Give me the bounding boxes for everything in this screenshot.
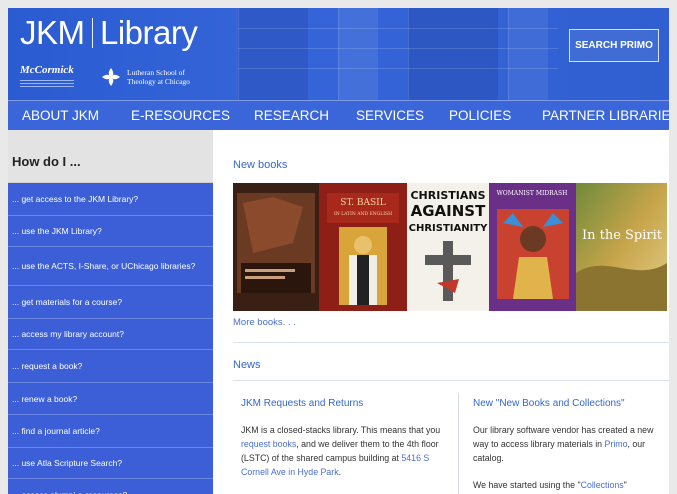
- title-separator: [91, 18, 93, 48]
- sidebar-item-course-materials[interactable]: ... get materials for a course?: [8, 286, 213, 319]
- site-title-library: Library: [100, 14, 198, 51]
- new-books-collections-body: Our library software vendor has created …: [473, 425, 654, 463]
- more-books-link[interactable]: More books. . .: [233, 317, 296, 328]
- svg-text:WOMANIST MIDRASH: WOMANIST MIDRASH: [497, 190, 568, 197]
- sidebar-item-atla-search[interactable]: ... use Atla Scripture Search?: [8, 448, 213, 479]
- sidebar-item-request-book[interactable]: ... request a book?: [8, 350, 213, 383]
- book-cover-4-image: WOMANIST MIDRASH: [489, 183, 576, 311]
- sidebar-item-use-acts[interactable]: ... use the ACTS, I-Share, or UChicago l…: [8, 247, 213, 286]
- how-do-i-sidebar: How do I ... ... get access to the JKM L…: [8, 130, 213, 494]
- search-primo-button[interactable]: SEARCH PRIMO: [569, 29, 659, 62]
- nav-e-resources[interactable]: E-RESOURCES: [131, 101, 230, 130]
- main-content: New books ST. BASIL IN LATIN AND ENGLISH…: [221, 130, 669, 494]
- how-do-i-heading: How do I ...: [8, 130, 213, 183]
- site-title[interactable]: JKM Library: [20, 14, 198, 52]
- mccormick-logo[interactable]: McCormick: [20, 64, 74, 76]
- book-cover-5[interactable]: In the Spirit: [576, 183, 667, 311]
- section-divider: [233, 342, 669, 343]
- book-cover-3-image: CHRISTIANS AGAINST CHRISTIANITY: [407, 183, 489, 311]
- news-divider: [233, 380, 669, 381]
- sidebar-item-account[interactable]: ... access my library account?: [8, 319, 213, 350]
- requests-returns-body: JKM is a closed-stacks library. This mea…: [241, 425, 441, 477]
- book-cover-4[interactable]: WOMANIST MIDRASH: [489, 183, 576, 311]
- svg-text:CHRISTIANS: CHRISTIANS: [410, 189, 485, 202]
- nav-services[interactable]: SERVICES: [356, 101, 424, 130]
- sidebar-item-journal-article[interactable]: ... find a journal article?: [8, 415, 213, 448]
- nav-about-jkm[interactable]: ABOUT JKM: [22, 101, 99, 130]
- new-books-carousel: ST. BASIL IN LATIN AND ENGLISH CHRISTIAN…: [233, 183, 667, 311]
- book-cover-2-image: ST. BASIL IN LATIN AND ENGLISH: [319, 183, 407, 311]
- book-cover-1-image: [233, 183, 319, 311]
- nav-policies[interactable]: POLICIES: [449, 101, 511, 130]
- request-books-link[interactable]: request books: [241, 439, 296, 449]
- new-books-collections-title[interactable]: New "New Books and Collections": [473, 398, 625, 409]
- collections-link[interactable]: Collections: [581, 480, 624, 490]
- svg-text:IN LATIN AND ENGLISH: IN LATIN AND ENGLISH: [334, 211, 392, 217]
- lstc-logo[interactable]: Lutheran School of Theology at Chicago: [127, 68, 219, 86]
- new-books-heading: New books: [233, 159, 288, 171]
- header-background: [238, 8, 308, 100]
- mccormick-logo-subtext: [20, 78, 74, 88]
- svg-text:In the Spirit: In the Spirit: [582, 228, 663, 243]
- page-frame: JKM Library McCormick Lutheran School of …: [8, 8, 669, 494]
- sidebar-item-get-access[interactable]: ... get access to the JKM Library?: [8, 183, 213, 216]
- sidebar-item-renew-book[interactable]: ... renew a book?: [8, 383, 213, 415]
- book-cover-5-image: In the Spirit: [576, 183, 667, 311]
- column-divider: [458, 393, 459, 494]
- svg-text:CHRISTIANITY: CHRISTIANITY: [409, 223, 489, 234]
- nav-research[interactable]: RESEARCH: [254, 101, 329, 130]
- main-nav: ABOUT JKM E-RESOURCES RESEARCH SERVICES …: [8, 100, 669, 130]
- book-cover-1[interactable]: [233, 183, 319, 311]
- requests-returns-title[interactable]: JKM Requests and Returns: [241, 398, 363, 409]
- book-cover-2[interactable]: ST. BASIL IN LATIN AND ENGLISH: [319, 183, 407, 311]
- sidebar-item-alumni-eresources[interactable]: ... access alumni e-resources?: [8, 479, 213, 494]
- svg-text:ST. BASIL: ST. BASIL: [340, 198, 385, 208]
- site-header: JKM Library McCormick Lutheran School of …: [8, 8, 669, 100]
- sidebar-item-use-jkm[interactable]: ... use the JKM Library?: [8, 216, 213, 247]
- svg-text:AGAINST: AGAINST: [411, 202, 486, 220]
- lstc-logo-icon: [102, 68, 120, 86]
- book-cover-3[interactable]: CHRISTIANS AGAINST CHRISTIANITY: [407, 183, 489, 311]
- primo-link[interactable]: Primo: [605, 439, 628, 449]
- new-books-collections-body-2: We have started using the "Collections": [473, 480, 627, 490]
- site-title-jkm: JKM: [20, 14, 85, 51]
- nav-partner-libraries[interactable]: PARTNER LIBRARIES: [542, 101, 669, 130]
- news-heading: News: [233, 359, 261, 371]
